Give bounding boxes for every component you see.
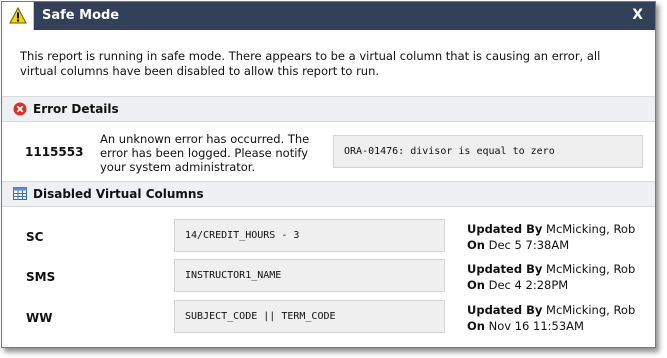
updated-on-value: Nov 16 11:53AM: [488, 319, 584, 333]
column-expression-box: 14/CREDIT_HOURS - 3: [174, 219, 445, 252]
disabled-columns-heading: Disabled Virtual Columns: [33, 187, 204, 201]
updated-on-value: Dec 4 2:28PM: [488, 278, 569, 292]
dialog-titlebar: Safe Mode X: [2, 2, 655, 30]
column-expression: SUBJECT_CODE || TERM_CODE: [185, 311, 336, 322]
column-expression-box: INSTRUCTOR1_NAME: [174, 259, 445, 292]
error-detail-box: ORA-01476: divisor is equal to zero: [333, 135, 643, 168]
updated-by-value: McMicking, Rob: [546, 262, 636, 276]
error-code: 1115553: [25, 145, 84, 159]
column-meta: Updated By McMicking, Rob On Nov 16 11:5…: [467, 302, 652, 334]
updated-by-value: McMicking, Rob: [546, 303, 636, 317]
column-expression: 14/CREDIT_HOURS - 3: [185, 230, 300, 241]
column-name: SC: [26, 230, 44, 244]
dialog-title: Safe Mode: [42, 8, 120, 23]
error-message: An unknown error has occurred. The error…: [100, 132, 310, 174]
warning-icon-box: [2, 2, 34, 30]
error-details-header: Error Details: [2, 96, 655, 122]
updated-by-value: McMicking, Rob: [546, 222, 636, 236]
disabled-columns-header: Disabled Virtual Columns: [2, 181, 655, 207]
grid-table-icon: [13, 187, 27, 200]
on-label: On: [467, 238, 485, 252]
updated-by-label: Updated By: [467, 262, 543, 276]
updated-by-label: Updated By: [467, 303, 543, 317]
column-name: WW: [26, 311, 53, 325]
safe-mode-dialog: Safe Mode X This report is running in sa…: [1, 1, 656, 348]
column-meta: Updated By McMicking, Rob On Dec 4 2:28P…: [467, 261, 652, 293]
updated-by-label: Updated By: [467, 222, 543, 236]
error-icon: [13, 102, 27, 116]
column-meta: Updated By McMicking, Rob On Dec 5 7:38A…: [467, 221, 652, 253]
on-label: On: [467, 319, 485, 333]
close-button[interactable]: X: [632, 7, 643, 23]
column-expression: INSTRUCTOR1_NAME: [185, 270, 282, 281]
on-label: On: [467, 278, 485, 292]
column-name: SMS: [26, 270, 56, 284]
column-expression-box: SUBJECT_CODE || TERM_CODE: [174, 300, 445, 333]
error-details-heading: Error Details: [33, 102, 119, 116]
warning-icon: [9, 7, 27, 24]
intro-text: This report is running in safe mode. The…: [20, 49, 601, 78]
error-detail-text: ORA-01476: divisor is equal to zero: [344, 146, 555, 157]
updated-on-value: Dec 5 7:38AM: [488, 238, 570, 252]
